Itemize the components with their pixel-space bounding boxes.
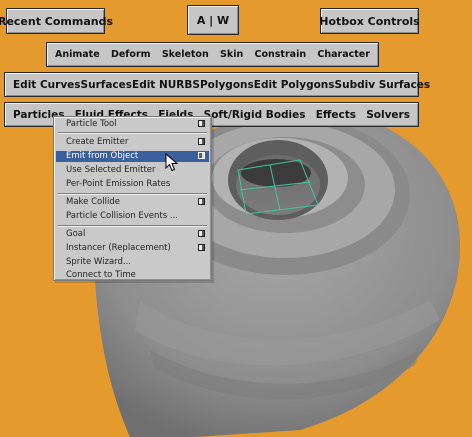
aw-button[interactable]: A | W [187, 5, 239, 35]
menu-subdiv-surfaces[interactable]: Subdiv Surfaces [335, 79, 431, 91]
menu-item-label: Emit from Object [66, 151, 139, 161]
option-box-icon[interactable] [198, 244, 205, 251]
menu-item-instancer-replacement[interactable]: Instancer (Replacement) [56, 243, 209, 254]
menu-surfaces[interactable]: Surfaces [81, 79, 132, 91]
menu-item-label: Particle Tool [66, 119, 117, 129]
menu-item-goal[interactable]: Goal [56, 229, 209, 240]
menu-item-make-collide[interactable]: Make Collide [56, 197, 209, 208]
menu-item-use-selected-emitter[interactable]: Use Selected Emitter [56, 165, 209, 176]
option-box-icon[interactable] [198, 230, 205, 237]
menu-item-sprite-wizard[interactable]: Sprite Wizard... [56, 257, 209, 268]
menu-item-create-emitter[interactable]: Create Emitter [56, 137, 209, 148]
menu-item-connect-to-time[interactable]: Connect to Time [56, 270, 209, 281]
menu-item-label: Per-Point Emission Rates [66, 179, 171, 189]
menu-set-constrain[interactable]: Constrain [255, 49, 307, 60]
menu-set-deform[interactable]: Deform [111, 49, 151, 60]
menu-edit-nurbs[interactable]: Edit NURBS [132, 79, 200, 91]
option-box-icon[interactable] [198, 120, 205, 127]
menu-separator [58, 193, 207, 195]
menu-edit-curves[interactable]: Edit Curves [13, 79, 81, 91]
recent-commands-button[interactable]: Recent Commands [0, 8, 113, 34]
option-box-icon[interactable] [198, 152, 205, 159]
menu-item-label: Use Selected Emitter [66, 165, 156, 175]
menu-item-label: Goal [66, 229, 86, 239]
hotbox-controls-button[interactable]: Hotbox Controls [319, 8, 420, 34]
mouse-cursor-icon [165, 153, 179, 172]
menu-set-bar: Animate Deform Skeleton Skin Constrain C… [46, 42, 379, 67]
menu-item-emit-from-object[interactable]: Emit from Object [56, 151, 209, 162]
menu-soft-rigid-bodies[interactable]: Soft/Rigid Bodies [204, 109, 306, 121]
menu-set-skin[interactable]: Skin [220, 49, 243, 60]
menu-solvers[interactable]: Solvers [366, 109, 410, 121]
menu-item-label: Particle Collision Events ... [66, 211, 178, 221]
option-box-icon[interactable] [198, 138, 205, 145]
menu-edit-polygons[interactable]: Edit Polygons [254, 79, 335, 91]
menu-item-label: Instancer (Replacement) [66, 243, 171, 253]
menu-set-animate[interactable]: Animate [55, 49, 100, 60]
menu-item-label: Connect to Time [66, 270, 136, 280]
menu-effects[interactable]: Effects [316, 109, 356, 121]
menu-item-particle-tool[interactable]: Particle Tool [56, 119, 209, 130]
menu-separator [58, 225, 207, 227]
menu-item-label: Sprite Wizard... [66, 257, 132, 267]
menu-set-skeleton[interactable]: Skeleton [162, 49, 209, 60]
menu-item-particle-collision-events[interactable]: Particle Collision Events ... [56, 211, 209, 222]
modeling-menu-bar: Edit Curves Surfaces Edit NURBS Polygons… [4, 72, 430, 97]
menu-polygons[interactable]: Polygons [200, 79, 254, 91]
menu-item-label: Create Emitter [66, 137, 129, 147]
particles-dropdown-menu: Particle Tool Create Emitter Emit from O… [53, 116, 212, 281]
menu-item-label: Make Collide [66, 197, 120, 207]
menu-item-per-point-emission-rates[interactable]: Per-Point Emission Rates [56, 179, 209, 190]
option-box-icon[interactable] [198, 198, 205, 205]
menu-separator [58, 132, 207, 134]
menu-set-character[interactable]: Character [317, 49, 370, 60]
